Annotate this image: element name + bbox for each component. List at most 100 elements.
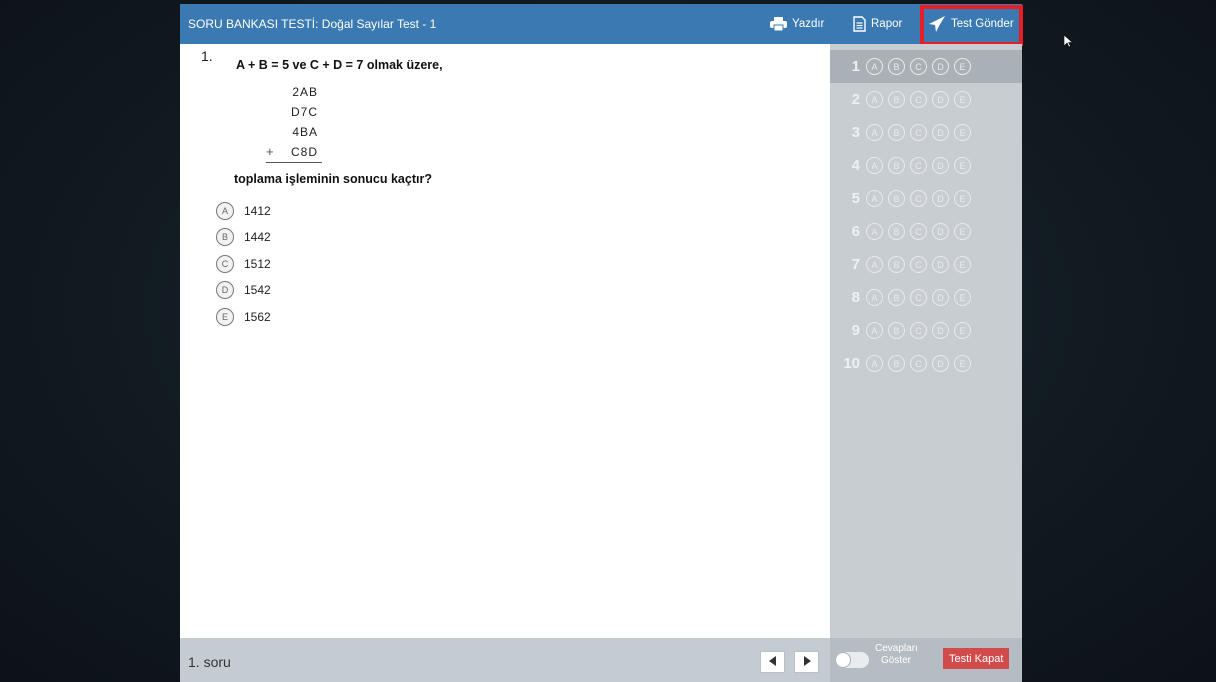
print-button[interactable]: Yazdır bbox=[770, 4, 824, 44]
answer-bubble-3-d[interactable]: D bbox=[932, 124, 949, 141]
answer-row-6: 6ABCDE bbox=[830, 215, 1022, 248]
answer-row-4: 4ABCDE bbox=[830, 149, 1022, 182]
option-letter: E bbox=[216, 308, 234, 326]
answer-bubble-9-a[interactable]: A bbox=[866, 322, 883, 339]
answer-bubble-8-a[interactable]: A bbox=[866, 289, 883, 306]
answer-row-number: 4 bbox=[851, 157, 860, 174]
answer-bubble-8-d[interactable]: D bbox=[932, 289, 949, 306]
option-text: 1442 bbox=[244, 230, 271, 244]
answer-bubble-4-e[interactable]: E bbox=[954, 157, 971, 174]
addend-row: C8D bbox=[290, 145, 318, 159]
show-answers-toggle[interactable] bbox=[835, 652, 869, 668]
answer-row-number: 7 bbox=[851, 256, 860, 273]
answer-bubble-3-a[interactable]: A bbox=[866, 124, 883, 141]
answer-bubble-1-a[interactable]: A bbox=[866, 58, 883, 75]
test-window: SORU BANKASI TESTİ: Doğal Sayılar Test -… bbox=[180, 4, 1023, 682]
footer-answer-controls: Cevapları Göster Testi Kapat bbox=[830, 638, 1022, 682]
answer-bubble-7-b[interactable]: B bbox=[888, 256, 905, 273]
answer-bubble-9-c[interactable]: C bbox=[910, 322, 927, 339]
answer-bubble-3-b[interactable]: B bbox=[888, 124, 905, 141]
answer-row-5: 5ABCDE bbox=[830, 182, 1022, 215]
triangle-left-icon bbox=[768, 653, 777, 671]
answer-bubble-3-c[interactable]: C bbox=[910, 124, 927, 141]
triangle-right-icon bbox=[803, 653, 811, 671]
addend-row: 4BA bbox=[292, 125, 318, 139]
answer-bubble-5-d[interactable]: D bbox=[932, 190, 949, 207]
option-e[interactable]: E 1562 bbox=[216, 308, 271, 326]
answer-bubble-1-d[interactable]: D bbox=[932, 58, 949, 75]
print-label: Yazdır bbox=[792, 18, 825, 30]
option-text: 1542 bbox=[244, 283, 271, 297]
answer-bubble-10-b[interactable]: B bbox=[888, 355, 905, 372]
answer-sheet-panel: 1ABCDE2ABCDE3ABCDE4ABCDE5ABCDE6ABCDE7ABC… bbox=[830, 44, 1022, 638]
report-button[interactable]: Rapor bbox=[853, 4, 902, 44]
answer-row-2: 2ABCDE bbox=[830, 83, 1022, 116]
answer-bubble-3-e[interactable]: E bbox=[954, 124, 971, 141]
answer-bubble-5-e[interactable]: E bbox=[954, 190, 971, 207]
answer-bubble-7-e[interactable]: E bbox=[954, 256, 971, 273]
answer-bubble-6-a[interactable]: A bbox=[866, 223, 883, 240]
answer-bubble-10-a[interactable]: A bbox=[866, 355, 883, 372]
answer-bubble-5-c[interactable]: C bbox=[910, 190, 927, 207]
answer-bubble-1-c[interactable]: C bbox=[910, 58, 927, 75]
answer-row-number: 1 bbox=[851, 58, 860, 75]
footer-bar: 1. soru Cevapları Göster Testi Kapat bbox=[180, 638, 1022, 682]
answer-bubble-2-b[interactable]: B bbox=[888, 91, 905, 108]
test-title: SORU BANKASI TESTİ: Doğal Sayılar Test -… bbox=[188, 17, 437, 31]
addend-row: 2AB bbox=[292, 85, 318, 99]
option-text: 1512 bbox=[244, 257, 271, 271]
answer-bubble-1-b[interactable]: B bbox=[888, 58, 905, 75]
answer-bubble-2-c[interactable]: C bbox=[910, 91, 927, 108]
toggle-knob bbox=[836, 653, 850, 667]
answer-bubble-6-d[interactable]: D bbox=[932, 223, 949, 240]
answer-bubble-4-c[interactable]: C bbox=[910, 157, 927, 174]
close-test-button[interactable]: Testi Kapat bbox=[943, 648, 1010, 669]
answer-row-8: 8ABCDE bbox=[830, 281, 1022, 314]
answer-bubble-10-c[interactable]: C bbox=[910, 355, 927, 372]
answer-bubble-5-a[interactable]: A bbox=[866, 190, 883, 207]
answer-bubble-9-b[interactable]: B bbox=[888, 322, 905, 339]
answer-row-1: 1ABCDE bbox=[830, 50, 1022, 83]
previous-question-button[interactable] bbox=[760, 651, 785, 673]
option-text: 1412 bbox=[244, 204, 271, 218]
option-letter: B bbox=[216, 228, 234, 246]
answer-bubble-6-e[interactable]: E bbox=[954, 223, 971, 240]
answer-row-3: 3ABCDE bbox=[830, 116, 1022, 149]
addition-problem: 2AB D7C 4BA C8D + bbox=[266, 82, 324, 163]
option-b[interactable]: B 1442 bbox=[216, 228, 271, 246]
next-question-button[interactable] bbox=[794, 651, 819, 673]
answer-bubble-2-d[interactable]: D bbox=[932, 91, 949, 108]
send-button-highlight bbox=[920, 5, 1023, 46]
answer-bubble-4-a[interactable]: A bbox=[866, 157, 883, 174]
answer-bubble-2-e[interactable]: E bbox=[954, 91, 971, 108]
option-a[interactable]: A 1412 bbox=[216, 202, 271, 220]
answer-bubble-8-e[interactable]: E bbox=[954, 289, 971, 306]
mouse-cursor-icon bbox=[1063, 34, 1074, 53]
question-prompt: toplama işleminin sonucu kaçtır? bbox=[234, 172, 432, 186]
option-d[interactable]: D 1542 bbox=[216, 281, 271, 299]
answer-bubble-9-d[interactable]: D bbox=[932, 322, 949, 339]
answer-bubble-8-c[interactable]: C bbox=[910, 289, 927, 306]
answer-row-10: 10 A B C D E bbox=[830, 347, 1022, 380]
answer-bubble-10-e[interactable]: E bbox=[954, 355, 971, 372]
answer-bubble-1-e[interactable]: E bbox=[954, 58, 971, 75]
answer-bubble-6-c[interactable]: C bbox=[910, 223, 927, 240]
document-icon bbox=[853, 16, 866, 32]
printer-icon bbox=[770, 17, 787, 31]
answer-bubble-5-b[interactable]: B bbox=[888, 190, 905, 207]
answer-bubble-7-a[interactable]: A bbox=[866, 256, 883, 273]
answer-bubble-4-d[interactable]: D bbox=[932, 157, 949, 174]
answer-bubble-8-b[interactable]: B bbox=[888, 289, 905, 306]
answer-bubble-2-a[interactable]: A bbox=[866, 91, 883, 108]
answer-bubble-7-c[interactable]: C bbox=[910, 256, 927, 273]
answer-row-number: 8 bbox=[851, 289, 860, 306]
answer-bubble-6-b[interactable]: B bbox=[888, 223, 905, 240]
option-c[interactable]: C 1512 bbox=[216, 255, 271, 273]
answer-bubble-4-b[interactable]: B bbox=[888, 157, 905, 174]
show-answers-label: Cevapları Göster bbox=[875, 643, 918, 666]
answer-row-number: 5 bbox=[851, 190, 860, 207]
answer-bubble-9-e[interactable]: E bbox=[954, 322, 971, 339]
question-number: 1. bbox=[201, 48, 213, 64]
answer-bubble-7-d[interactable]: D bbox=[932, 256, 949, 273]
answer-bubble-10-d[interactable]: D bbox=[932, 355, 949, 372]
